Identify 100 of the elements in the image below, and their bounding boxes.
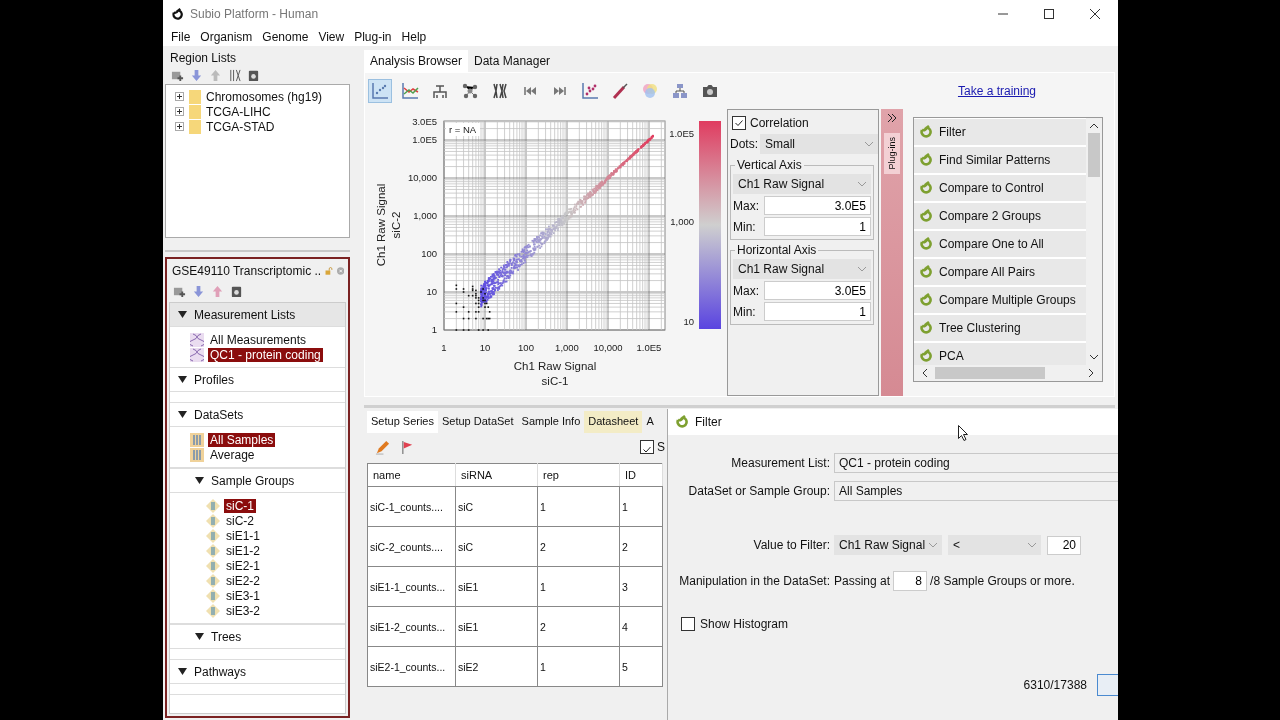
flag-icon[interactable] bbox=[400, 439, 415, 455]
sample-group-icon bbox=[206, 558, 220, 573]
list-item[interactable]: siE1-1 bbox=[224, 528, 262, 543]
menu-item[interactable]: Help bbox=[396, 30, 432, 44]
section-header[interactable]: Measurement Lists bbox=[170, 303, 345, 327]
side-tab[interactable]: Plug-ins bbox=[884, 133, 900, 174]
expander-icon[interactable] bbox=[175, 122, 184, 131]
section-header[interactable]: DataSets bbox=[170, 403, 345, 427]
training-link[interactable]: Take a training bbox=[957, 84, 1036, 98]
plugin-list-item[interactable]: Filter bbox=[914, 119, 1086, 146]
list-item[interactable]: siE1-2 bbox=[224, 543, 262, 558]
menu-item[interactable]: View bbox=[313, 30, 350, 44]
checkbox[interactable] bbox=[732, 116, 746, 130]
checkbox-label: Show Histogram bbox=[700, 617, 789, 631]
collapse-triangle-icon[interactable] bbox=[178, 375, 187, 384]
column-header[interactable]: siRNA bbox=[455, 463, 538, 487]
list-item[interactable]: siC-1 bbox=[224, 498, 256, 513]
scale-label: 10 bbox=[683, 316, 694, 327]
tab[interactable]: A bbox=[642, 411, 658, 433]
add-folder-icon[interactable] bbox=[171, 69, 184, 82]
plugin-list-item[interactable]: Compare to Control bbox=[914, 175, 1086, 202]
column-header[interactable]: name bbox=[367, 463, 456, 487]
axis-dropdown[interactable]: Ch1 Raw Signal bbox=[733, 259, 871, 279]
list-item[interactable]: siE3-2 bbox=[224, 603, 262, 618]
max-field[interactable]: 3.0E5 bbox=[764, 196, 871, 215]
table-cell: 1 bbox=[537, 486, 620, 527]
scrollbar-thumb[interactable] bbox=[1088, 133, 1100, 177]
tree-item[interactable]: TCGA-LIHC bbox=[206, 104, 271, 119]
count-field[interactable]: 8 bbox=[893, 571, 928, 591]
collapse-triangle-icon[interactable] bbox=[178, 410, 187, 419]
checkbox[interactable] bbox=[640, 440, 654, 454]
sample-group-icon bbox=[206, 543, 220, 558]
scroll-right-icon[interactable] bbox=[1089, 369, 1094, 377]
column-header[interactable]: rep bbox=[537, 463, 620, 487]
plugin-list-item[interactable]: Compare One to All bbox=[914, 231, 1086, 258]
plugin-list-item[interactable]: Compare 2 Groups bbox=[914, 203, 1086, 230]
horizontal-scrollbar[interactable] bbox=[914, 365, 1102, 381]
collapse-triangle-icon[interactable] bbox=[178, 310, 187, 319]
expander-icon[interactable] bbox=[175, 107, 184, 116]
min-field[interactable]: 1 bbox=[764, 217, 871, 236]
tab[interactable]: Setup DataSet bbox=[438, 411, 518, 433]
max-field[interactable]: 3.0E5 bbox=[764, 281, 871, 300]
list-item[interactable]: Average bbox=[208, 447, 257, 462]
expander-icon[interactable] bbox=[175, 92, 184, 101]
dots-dropdown[interactable]: Small bbox=[760, 134, 878, 154]
collapse-triangle-icon[interactable] bbox=[195, 476, 204, 485]
section-header[interactable]: Trees bbox=[170, 624, 345, 649]
collapse-icon[interactable] bbox=[887, 113, 897, 123]
plugin-list-item[interactable]: Compare Multiple Groups bbox=[914, 287, 1086, 314]
tree-item[interactable]: TCGA-STAD bbox=[206, 119, 275, 134]
tree-item[interactable]: Chromosomes (hg19) bbox=[206, 89, 323, 104]
menu-item[interactable]: Plug-in bbox=[349, 30, 397, 44]
trash-icon[interactable] bbox=[247, 69, 260, 82]
threshold-field[interactable]: 20 bbox=[1047, 535, 1081, 555]
list-item[interactable]: QC1 - protein coding bbox=[208, 347, 323, 362]
list-item[interactable]: siE2-1 bbox=[224, 558, 262, 573]
dialog-button[interactable] bbox=[1097, 674, 1118, 696]
plugin-list-item[interactable]: Find Similar Patterns bbox=[914, 147, 1086, 174]
tab[interactable]: Datasheet bbox=[584, 411, 643, 433]
checkbox[interactable] bbox=[681, 617, 695, 631]
close-icon[interactable] bbox=[1090, 9, 1100, 19]
sample-group-icon bbox=[206, 588, 220, 603]
menu-item[interactable]: Organism bbox=[195, 30, 258, 44]
pencil-icon[interactable] bbox=[375, 439, 390, 455]
list-item[interactable]: siC-2 bbox=[224, 513, 256, 528]
scroll-down-icon[interactable] bbox=[1090, 355, 1098, 360]
column-header[interactable]: ID bbox=[619, 463, 663, 487]
maximize-icon[interactable] bbox=[1044, 9, 1054, 19]
tab[interactable]: Setup Series bbox=[367, 411, 438, 433]
axis-dropdown[interactable]: Ch1 Raw Signal bbox=[733, 174, 871, 194]
list-item[interactable]: All Measurements bbox=[208, 332, 309, 347]
section-header[interactable]: Profiles bbox=[170, 368, 345, 392]
list-item[interactable]: siE2-2 bbox=[224, 573, 262, 588]
tab[interactable]: Sample Info bbox=[517, 411, 585, 433]
field-label: Min: bbox=[733, 304, 757, 319]
vertical-scrollbar[interactable] bbox=[1086, 118, 1102, 365]
menu-item[interactable]: File bbox=[166, 30, 196, 44]
dataset-icon bbox=[190, 447, 204, 462]
tab[interactable]: Analysis Browser bbox=[364, 50, 469, 72]
plugin-list-item[interactable]: Tree Clustering bbox=[914, 315, 1086, 342]
list-item[interactable]: siE3-1 bbox=[224, 588, 262, 603]
plugin-list-item[interactable]: Compare All Pairs bbox=[914, 259, 1086, 286]
section-header[interactable]: Sample Groups bbox=[170, 468, 345, 493]
measurement-list-field[interactable]: QC1 - protein coding bbox=[834, 453, 1118, 473]
operator-dropdown[interactable]: < bbox=[948, 535, 1041, 555]
list-item[interactable]: All Samples bbox=[208, 432, 276, 447]
trash-icon[interactable] bbox=[230, 285, 243, 298]
dataset-field[interactable]: All Samples bbox=[834, 481, 1118, 501]
scroll-up-icon[interactable] bbox=[1090, 123, 1098, 128]
collapse-triangle-icon[interactable] bbox=[195, 632, 204, 641]
min-field[interactable]: 1 bbox=[764, 302, 871, 321]
menu-item[interactable]: Genome bbox=[257, 30, 314, 44]
scrollbar-thumb[interactable] bbox=[935, 367, 1045, 379]
tab[interactable]: Data Manager bbox=[468, 50, 557, 72]
section-header[interactable]: Pathways bbox=[170, 660, 345, 684]
value-dropdown[interactable]: Ch1 Raw Signal bbox=[834, 535, 942, 555]
plugin-list-item[interactable]: PCA bbox=[914, 343, 1086, 365]
scroll-left-icon[interactable] bbox=[922, 369, 927, 377]
collapse-triangle-icon[interactable] bbox=[178, 667, 187, 676]
add-folder-icon[interactable] bbox=[173, 285, 186, 298]
